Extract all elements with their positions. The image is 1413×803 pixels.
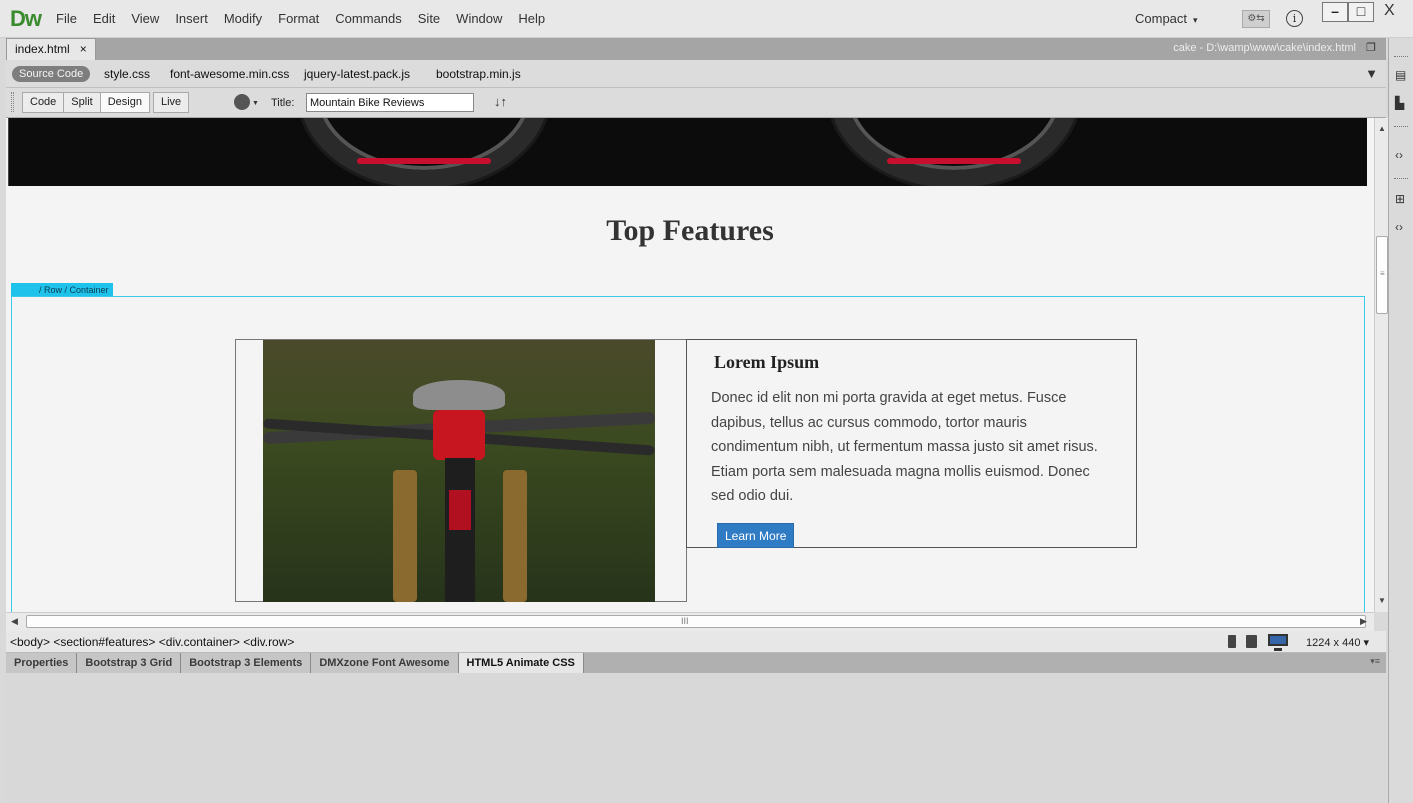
preview-browser-icon[interactable] [234,94,250,110]
page-title-input[interactable] [306,93,474,112]
maximize-button[interactable]: □ [1348,2,1374,22]
design-view-button[interactable]: Design [99,92,150,113]
tablet-size-icon[interactable] [1246,635,1257,648]
vertical-scrollbar[interactable]: ▲ ≡ ▼ [1374,118,1388,612]
feature-heading: Lorem Ipsum [714,352,820,372]
minimize-button[interactable]: – [1322,2,1348,22]
learn-more-button[interactable]: Learn More [717,523,795,548]
panel-menu-icon[interactable]: ▾≡ [1370,656,1380,667]
dock-grip[interactable] [1394,178,1408,181]
panel-tabs: Properties Bootstrap 3 Grid Bootstrap 3 … [6,653,1386,673]
section-title: Top Features [606,214,774,247]
menu-bar: Dw File Edit View Insert Modify Format C… [0,0,1413,38]
scroll-right-icon[interactable]: ▶ [1360,616,1367,627]
toolbar-grip[interactable] [11,92,14,112]
close-tab-icon[interactable]: × [80,39,87,60]
menu-view[interactable]: View [123,11,167,26]
dom-panel-icon[interactable]: ⊞ [1395,192,1409,206]
menu-edit[interactable]: Edit [85,11,123,26]
menu-format[interactable]: Format [270,11,327,26]
split-view-button[interactable]: Split [63,92,101,113]
scroll-up-icon[interactable]: ▲ [1378,124,1386,133]
files-panel-icon[interactable]: ▤ [1395,68,1409,82]
tab-html5-animate-css[interactable]: HTML5 Animate CSS [458,653,584,673]
menu-site[interactable]: Site [410,11,448,26]
file-management-icon[interactable]: ↓↑ [494,94,507,109]
menu-help[interactable]: Help [510,11,553,26]
horizontal-scroll-thumb[interactable]: III [26,615,1366,628]
related-file-style-css[interactable]: style.css [104,67,150,81]
feature-description: Donec id elit non mi porta gravida at eg… [711,390,1098,504]
row-container-tag[interactable]: / Row / Container [11,283,113,297]
snippets-panel-icon[interactable]: ‹› [1395,148,1409,162]
info-icon[interactable]: i [1286,10,1303,27]
workspace-label: Compact [1135,11,1188,26]
menu-modify[interactable]: Modify [216,11,270,26]
vertical-scroll-thumb[interactable]: ≡ [1376,236,1388,314]
tab-bootstrap-3-grid[interactable]: Bootstrap 3 Grid [77,653,182,673]
restore-window-icon[interactable]: ❐ [1366,41,1376,54]
view-switcher: Code Split Design Live [22,92,190,113]
mobile-size-icon[interactable] [1228,635,1236,648]
workspace-switcher[interactable]: Compact ▾ [1135,11,1198,26]
grip-icon: ≡ [1380,269,1385,278]
status-bar: <body> <section#features> <div.container… [6,631,1386,653]
insert-panel-icon[interactable]: ▙ [1395,96,1409,110]
live-view-button[interactable]: Live [152,92,190,113]
document-tab[interactable]: index.html × [6,38,96,60]
scroll-left-icon[interactable]: ◀ [11,616,18,627]
css-designer-icon[interactable]: ‹› [1395,220,1409,234]
panel-body [6,673,1386,803]
document-toolbar: Code Split Design Live ▼ Title: ↓↑ [6,88,1386,118]
document-tab-bar: index.html × cake - D:\wamp\www\cake\ind… [6,38,1386,60]
related-file-jquery[interactable]: jquery-latest.pack.js [304,67,410,81]
filter-icon[interactable]: ▼ [1365,66,1378,81]
document-path: cake - D:\wamp\www\cake\index.html [1173,42,1356,54]
menu-insert[interactable]: Insert [167,11,216,26]
menu-commands[interactable]: Commands [327,11,409,26]
title-label: Title: [271,97,295,109]
menu-window[interactable]: Window [448,11,510,26]
related-file-source-code[interactable]: Source Code [12,66,91,82]
close-button[interactable]: X [1384,2,1395,20]
right-panel-dock: ▤ ▙ ‹› ⊞ ‹› [1388,38,1413,803]
desktop-size-icon[interactable] [1268,634,1288,651]
wheel-image [829,118,1079,186]
tag-selector[interactable]: <body> <section#features> <div.container… [10,635,294,649]
menu-file[interactable]: File [48,11,85,26]
hero-image [8,118,1367,186]
dock-grip[interactable] [1394,56,1408,59]
dreamweaver-window: Dw File Edit View Insert Modify Format C… [0,0,1413,803]
caret-down-icon: ▾ [1193,15,1198,25]
sync-settings-icon[interactable]: ⚙⇆ [1242,10,1270,28]
related-file-bootstrap-js[interactable]: bootstrap.min.js [436,67,521,81]
code-view-button[interactable]: Code [22,92,65,113]
dock-grip[interactable] [1394,126,1408,129]
tab-dmxzone-font-awesome[interactable]: DMXzone Font Awesome [311,653,459,673]
horizontal-scrollbar[interactable]: ◀ III ▶ [6,612,1374,631]
design-view-canvas[interactable]: Top Features / Row / Container Lorem Ips… [6,118,1374,612]
tab-bootstrap-3-elements[interactable]: Bootstrap 3 Elements [181,653,312,673]
caret-down-icon: ▼ [252,100,259,107]
app-logo: Dw [10,6,42,31]
tab-properties[interactable]: Properties [6,653,78,673]
wheel-image [299,118,549,186]
grip-icon: III [681,616,689,626]
related-file-font-awesome[interactable]: font-awesome.min.css [170,67,289,81]
main-menu: File Edit View Insert Modify Format Comm… [48,11,553,26]
related-files-bar: Source Code style.css font-awesome.min.c… [6,60,1386,88]
window-size-selector[interactable]: 1224 x 440 ▾ [1306,636,1369,649]
scroll-down-icon[interactable]: ▼ [1378,596,1386,605]
bike-handlebar-image[interactable] [263,340,655,602]
document-tab-label: index.html [15,42,70,56]
